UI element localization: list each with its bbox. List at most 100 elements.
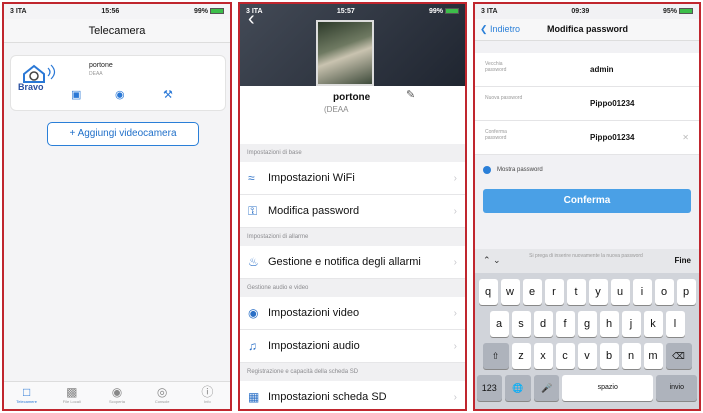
key-w[interactable]: w — [500, 279, 520, 305]
row-wifi-settings[interactable]: ≈ Impostazioni WiFi › — [240, 162, 465, 195]
clear-icon[interactable]: ✕ — [682, 133, 689, 142]
return-key[interactable]: invio — [656, 375, 698, 401]
tab-scoperta[interactable]: ◉ Scoperta — [100, 385, 134, 409]
chevron-right-icon: › — [453, 340, 457, 352]
phone-screen-camera-settings: 3 ITA 15:57 99% ‹ portone (DEAA ✎ Impost… — [238, 2, 467, 411]
show-password-toggle[interactable]: Mostra password — [475, 155, 699, 177]
bell-icon: ♨ — [248, 255, 259, 269]
mic-icon[interactable]: 🎤 — [533, 375, 560, 401]
key-o[interactable]: o — [654, 279, 674, 305]
old-password-field[interactable]: Vecchia password admin — [475, 53, 699, 87]
key-k[interactable]: k — [643, 311, 663, 337]
confirm-password-field[interactable]: Conferma password Pippo01234 ✕ — [475, 121, 699, 155]
key-g[interactable]: g — [577, 311, 597, 337]
key-x[interactable]: x — [533, 343, 553, 369]
back-arrow-icon[interactable]: ‹ — [248, 8, 255, 31]
key-u[interactable]: u — [610, 279, 630, 305]
field-value[interactable]: admin — [590, 65, 614, 74]
add-camera-button[interactable]: + Aggiungi videocamera — [47, 122, 199, 146]
phone-screen-change-password: 3 ITA 09:39 95% ❮ Indietro Modifica pass… — [473, 2, 701, 411]
key-p[interactable]: p — [676, 279, 696, 305]
field-label: Vecchia password — [485, 61, 507, 73]
row-audio-settings[interactable]: ♫ Impostazioni audio › — [240, 330, 465, 363]
key-i[interactable]: i — [632, 279, 652, 305]
logo-text: Bravo — [18, 82, 44, 92]
gallery-icon: ▩ — [66, 385, 78, 399]
key-t[interactable]: t — [566, 279, 586, 305]
back-label: Indietro — [490, 24, 521, 34]
add-camera-label: Aggiungi videocamera — [77, 128, 177, 139]
camera-id: (DEAA — [324, 105, 349, 114]
key-c[interactable]: c — [555, 343, 575, 369]
section-header: Registrazione e capacità della scheda SD — [247, 369, 359, 375]
row-change-password[interactable]: ⚿ Modifica password › — [240, 195, 465, 228]
field-value[interactable]: Pippo01234 — [590, 99, 634, 108]
clock: 15:57 — [336, 8, 355, 15]
sd-card-icon: ▦ — [248, 390, 260, 404]
tab-label: File Locali — [62, 399, 81, 404]
back-button[interactable]: ❮ Indietro — [480, 24, 520, 35]
key-h[interactable]: h — [599, 311, 619, 337]
phone-screen-camera-list: 3 ITA 15:56 99% Telecamera Bravo portone… — [2, 2, 232, 411]
battery-icon — [445, 8, 459, 15]
battery-text: 99% — [428, 8, 443, 15]
field-label: Nuova password — [485, 95, 523, 101]
globe-icon[interactable]: 🌐 — [505, 375, 531, 401]
key-z[interactable]: z — [511, 343, 531, 369]
key-r[interactable]: r — [544, 279, 564, 305]
status-bar: 3 ITA 15:57 99% — [240, 4, 465, 19]
field-nav-arrows-icon[interactable]: ⌃ ⌄ — [483, 255, 501, 266]
battery-icon — [210, 8, 224, 15]
tools-icon[interactable]: ⚒ — [163, 88, 173, 101]
key-e[interactable]: e — [522, 279, 542, 305]
status-bar: 3 ITA 09:39 95% — [475, 4, 699, 19]
camera-name: portone — [89, 62, 113, 69]
backspace-key[interactable]: ⌫ — [665, 343, 692, 369]
done-button[interactable]: Fine — [675, 256, 691, 265]
edit-pencil-icon[interactable]: ✎ — [406, 88, 415, 101]
row-alarm-settings[interactable]: ♨ Gestione e notifica degli allarmi › — [240, 246, 465, 279]
key-l[interactable]: l — [665, 311, 685, 337]
clock: 09:39 — [571, 8, 590, 15]
space-key[interactable]: spazio — [562, 375, 654, 401]
discover-icon: ◉ — [111, 385, 123, 399]
camera-icon: □ — [22, 385, 31, 399]
section-header: Impostazioni di base — [247, 150, 302, 156]
key-b[interactable]: b — [599, 343, 619, 369]
carrier: 3 ITA — [10, 8, 27, 15]
key-d[interactable]: d — [533, 311, 553, 337]
confirm-button[interactable]: Conferma — [483, 189, 691, 213]
chevron-right-icon: › — [453, 307, 457, 319]
key-q[interactable]: q — [478, 279, 498, 305]
new-password-field[interactable]: Nuova password Pippo01234 — [475, 87, 699, 121]
row-sd-settings[interactable]: ▦ Impostazioni scheda SD › — [240, 381, 465, 409]
key-a[interactable]: a — [489, 311, 509, 337]
camera-card[interactable]: Bravo portone DEAA ▣ ◉ ⚒ — [10, 55, 226, 111]
key-f[interactable]: f — [555, 311, 575, 337]
row-video-settings[interactable]: ◉ Impostazioni video › — [240, 297, 465, 330]
key-j[interactable]: j — [621, 311, 641, 337]
key-y[interactable]: y — [588, 279, 608, 305]
console-icon: ◎ — [156, 385, 168, 399]
key-s[interactable]: s — [511, 311, 531, 337]
tab-file-locali[interactable]: ▩ File Locali — [55, 385, 89, 409]
radio-icon[interactable] — [483, 165, 491, 174]
key-n[interactable]: n — [621, 343, 641, 369]
tab-console[interactable]: ◎ Console — [145, 385, 179, 409]
key-row: qwertyuiop — [475, 279, 699, 305]
calendar-icon[interactable]: ▣ — [71, 88, 81, 101]
key-v[interactable]: v — [577, 343, 597, 369]
record-icon[interactable]: ◉ — [115, 88, 125, 101]
chevron-right-icon: › — [453, 256, 457, 268]
key-row: 123 🌐 🎤 spazio invio — [475, 375, 699, 401]
key-m[interactable]: m — [643, 343, 663, 369]
tab-telecamere[interactable]: □ Telecamere — [10, 385, 44, 409]
camera-id: DEAA — [89, 71, 103, 77]
chevron-right-icon: › — [453, 172, 457, 184]
shift-key[interactable]: ⇧ — [482, 343, 509, 369]
numbers-key[interactable]: 123 — [476, 375, 503, 401]
key-row: ⇧ zxcvbnm ⌫ — [475, 343, 699, 369]
tab-info[interactable]: ⓘ Info — [190, 385, 224, 409]
field-value[interactable]: Pippo01234 — [590, 133, 634, 142]
chevron-right-icon: › — [453, 205, 457, 217]
